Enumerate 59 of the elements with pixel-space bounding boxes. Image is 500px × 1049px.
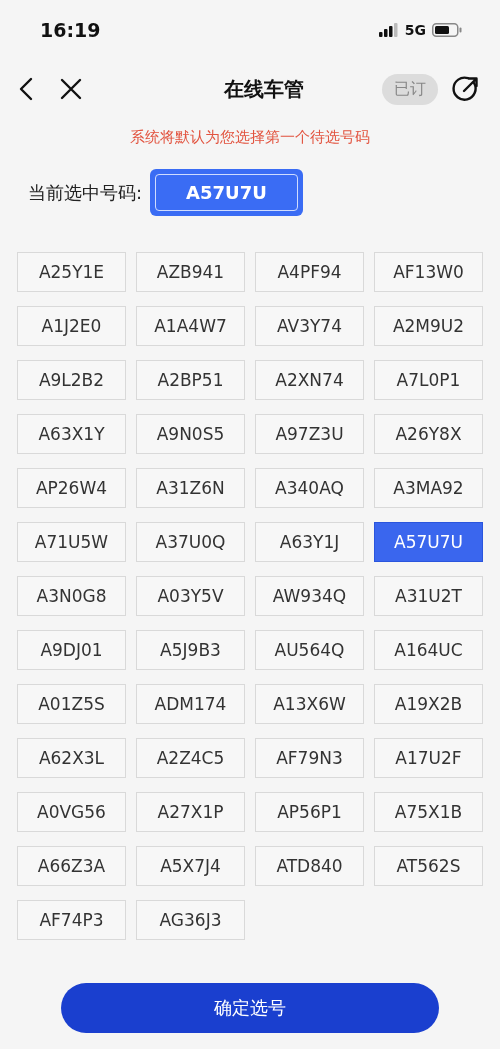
battery-icon: [432, 23, 462, 37]
number-option[interactable]: AF74P3: [17, 900, 126, 940]
number-option[interactable]: AU564Q: [255, 630, 364, 670]
number-option[interactable]: A2Z4C5: [136, 738, 245, 778]
signal-icon: [378, 23, 399, 37]
number-option[interactable]: AF79N3: [255, 738, 364, 778]
notice-text: 系统将默认为您选择第一个待选号码: [129, 128, 371, 147]
number-option[interactable]: A0VG56: [17, 792, 126, 832]
number-option[interactable]: AW934Q: [255, 576, 364, 616]
number-option[interactable]: A71U5W: [17, 522, 126, 562]
number-option[interactable]: ATD840: [255, 846, 364, 886]
current-number-plate: A57U7U: [150, 169, 303, 216]
number-option[interactable]: AZB941: [136, 252, 245, 292]
number-option[interactable]: A62X3L: [17, 738, 126, 778]
number-option[interactable]: A19X2B: [374, 684, 483, 724]
number-option[interactable]: A31Z6N: [136, 468, 245, 508]
number-option[interactable]: A17U2F: [374, 738, 483, 778]
number-option[interactable]: A9L2B2: [17, 360, 126, 400]
number-option[interactable]: A26Y8X: [374, 414, 483, 454]
number-option[interactable]: A7L0P1: [374, 360, 483, 400]
number-option[interactable]: A75X1B: [374, 792, 483, 832]
number-option[interactable]: A340AQ: [255, 468, 364, 508]
number-option[interactable]: AP56P1: [255, 792, 364, 832]
number-option[interactable]: AT562S: [374, 846, 483, 886]
number-option[interactable]: A164UC: [374, 630, 483, 670]
number-option[interactable]: A1J2E0: [17, 306, 126, 346]
number-option[interactable]: A5X7J4: [136, 846, 245, 886]
status-time: 16:19: [40, 19, 101, 41]
confirm-button[interactable]: 确定选号: [61, 983, 439, 1033]
number-option[interactable]: A13X6W: [255, 684, 364, 724]
number-option[interactable]: A4PF94: [255, 252, 364, 292]
number-option[interactable]: A2BP51: [136, 360, 245, 400]
number-option[interactable]: A2M9U2: [374, 306, 483, 346]
number-option[interactable]: A2XN74: [255, 360, 364, 400]
number-option[interactable]: A66Z3A: [17, 846, 126, 886]
number-option[interactable]: A97Z3U: [255, 414, 364, 454]
number-option[interactable]: A9DJ01: [17, 630, 126, 670]
number-option[interactable]: A01Z5S: [17, 684, 126, 724]
number-option[interactable]: A63X1Y: [17, 414, 126, 454]
number-option[interactable]: A25Y1E: [17, 252, 126, 292]
number-option[interactable]: AV3Y74: [255, 306, 364, 346]
number-option[interactable]: AF13W0: [374, 252, 483, 292]
number-option[interactable]: A9N0S5: [136, 414, 245, 454]
number-option[interactable]: A5J9B3: [136, 630, 245, 670]
number-option[interactable]: A3N0G8: [17, 576, 126, 616]
number-option[interactable]: A27X1P: [136, 792, 245, 832]
number-option[interactable]: A37U0Q: [136, 522, 245, 562]
number-option[interactable]: A63Y1J: [255, 522, 364, 562]
page-title: 在线车管: [223, 75, 305, 103]
number-option[interactable]: A3MA92: [374, 468, 483, 508]
number-option[interactable]: AG36J3: [136, 900, 245, 940]
number-option[interactable]: A31U2T: [374, 576, 483, 616]
number-option[interactable]: A1A4W7: [136, 306, 245, 346]
current-number-label: 当前选中号码:: [28, 180, 143, 205]
network-label: 5G: [404, 22, 426, 38]
number-option[interactable]: AP26W4: [17, 468, 126, 508]
number-option[interactable]: ADM174: [136, 684, 245, 724]
number-option[interactable]: A57U7U: [374, 522, 483, 562]
number-option[interactable]: A03Y5V: [136, 576, 245, 616]
